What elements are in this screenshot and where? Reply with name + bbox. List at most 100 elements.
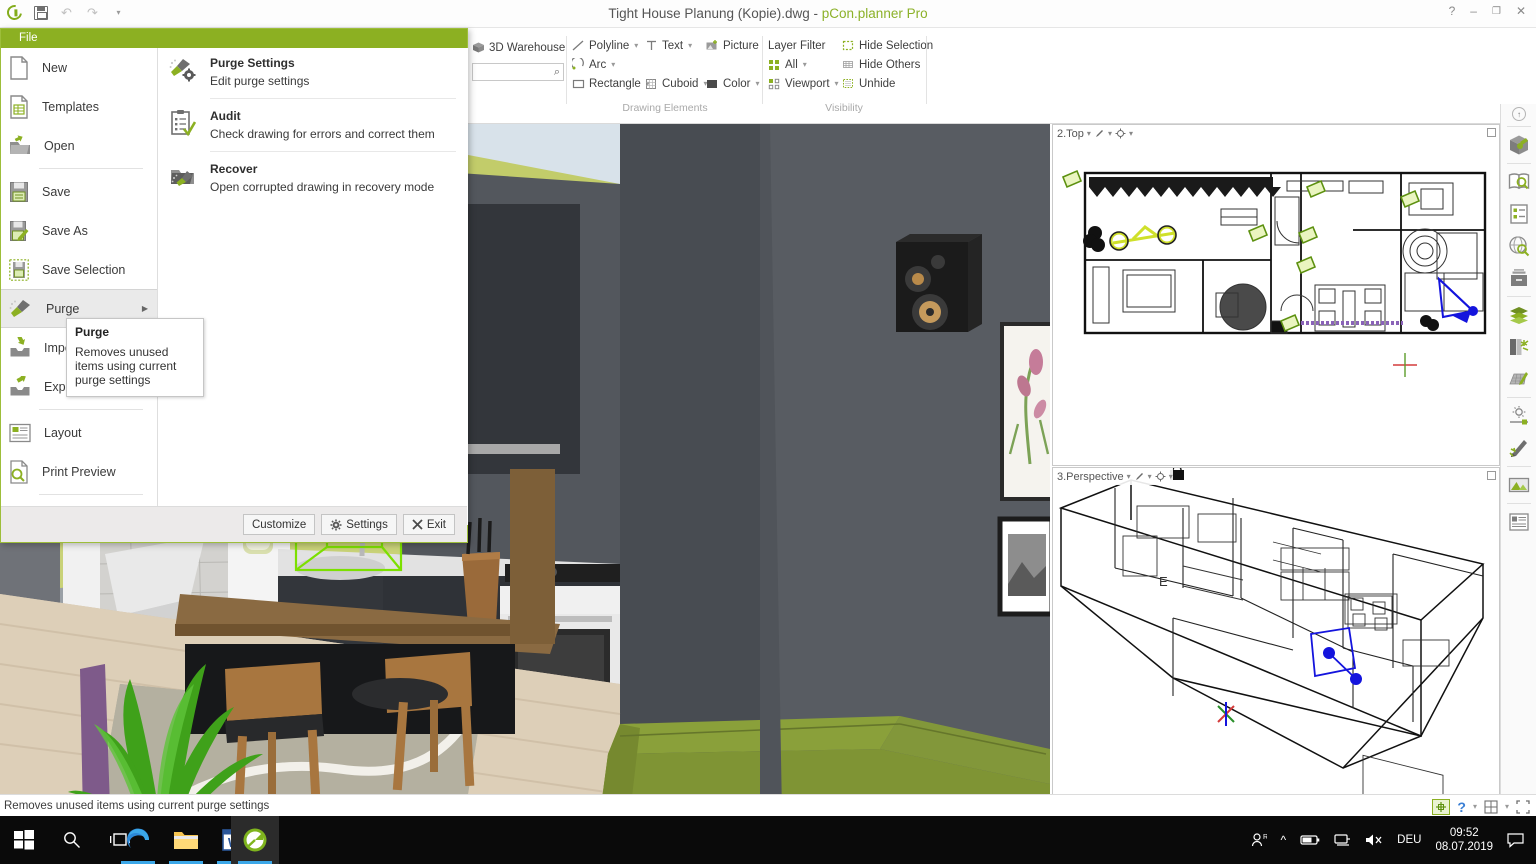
chevron-down-icon[interactable]: ▾ — [1505, 796, 1509, 818]
start-button[interactable] — [0, 816, 48, 864]
submenu-arrow-icon[interactable]: ▶ — [142, 304, 148, 313]
ribbon-item-hide-others[interactable]: Hide Others — [842, 55, 920, 74]
taskbar-item-pcon-planner[interactable] — [231, 816, 279, 864]
viewport-top-label[interactable]: 2.Top — [1057, 128, 1084, 140]
language-indicator[interactable]: DEU — [1397, 834, 1421, 846]
chevron-down-icon[interactable]: ▾ — [611, 60, 615, 69]
rail-item-layers[interactable] — [1501, 299, 1536, 331]
ribbon-item-polyline[interactable]: Polyline ▾ — [572, 36, 638, 55]
ribbon-group-label-visibility: Visibility — [825, 102, 863, 114]
viewport-perspective-maximize-button[interactable] — [1487, 471, 1496, 480]
viewport-perspective-label[interactable]: 3.Perspective — [1057, 471, 1124, 483]
pen-icon[interactable] — [1094, 128, 1105, 139]
help-cursor-icon[interactable]: ? — [1457, 796, 1466, 818]
restore-button[interactable]: ❐ — [1492, 6, 1501, 17]
ribbon-item-3d-warehouse[interactable]: 3D Warehouse — [472, 38, 565, 57]
customize-button[interactable]: Customize — [242, 514, 316, 535]
chevron-down-icon[interactable]: ▾ — [1087, 129, 1091, 138]
viewport-top-maximize-button[interactable] — [1487, 128, 1496, 137]
ribbon-search-input[interactable]: ⌕ — [472, 63, 564, 81]
battery-icon[interactable] — [1300, 834, 1320, 846]
file-menu-purge-settings[interactable]: Purge Settings Edit purge settings — [158, 48, 468, 96]
rail-item-catalog[interactable] — [1501, 166, 1536, 198]
file-menu-item-open[interactable]: Open — [1, 126, 157, 165]
taskbar-clock[interactable]: 09:52 08.07.2019 — [1435, 826, 1493, 854]
file-menu-item-save-selection[interactable]: Save Selection — [1, 250, 157, 289]
rail-collapse-button[interactable]: ↑ — [1501, 104, 1536, 124]
target-icon[interactable] — [1155, 471, 1166, 482]
fullscreen-icon[interactable] — [1516, 800, 1530, 814]
action-center-icon[interactable] — [1507, 832, 1524, 848]
settings-button[interactable]: Settings — [321, 514, 397, 535]
exit-button[interactable]: Exit — [402, 514, 455, 535]
floor-plan-top — [1053, 125, 1499, 465]
ribbon-item-rectangle[interactable]: Rectangle ▾ — [572, 74, 650, 93]
people-icon[interactable]: R — [1251, 832, 1267, 848]
taskbar-item-file-explorer[interactable] — [162, 816, 210, 864]
grid-icon[interactable] — [1484, 800, 1498, 814]
ribbon-item-color[interactable]: Color ▾ — [706, 74, 760, 93]
chevron-down-icon[interactable]: ▾ — [1127, 472, 1131, 481]
chevron-down-icon[interactable]: ▾ — [1108, 129, 1112, 138]
pen-icon[interactable] — [1134, 471, 1145, 482]
network-icon[interactable] — [1334, 833, 1351, 847]
taskbar-search[interactable] — [48, 816, 96, 864]
file-menu-item-save-as[interactable]: Save As — [1, 211, 157, 250]
minimize-button[interactable]: – — [1470, 4, 1477, 18]
chevron-down-icon[interactable]: ▾ — [1148, 472, 1152, 481]
close-button[interactable]: ✕ — [1516, 4, 1526, 18]
templates-icon — [9, 94, 29, 119]
chevron-down-icon[interactable]: ▾ — [835, 79, 839, 88]
file-menu-item-new[interactable]: New — [1, 48, 157, 87]
ribbon-item-unhide[interactable]: Unhide — [842, 74, 895, 93]
chevron-down-icon[interactable]: ▾ — [1129, 129, 1133, 138]
ribbon-item-text[interactable]: Text ▾ — [645, 36, 692, 55]
file-menu-audit[interactable]: Audit Check drawing for errors and corre… — [158, 101, 468, 149]
file-menu-item-print-preview[interactable]: Print Preview — [1, 452, 157, 491]
chevron-down-icon[interactable]: ▾ — [1169, 472, 1173, 481]
rail-divider — [1506, 126, 1531, 127]
polyline-icon — [572, 39, 585, 52]
rail-item-render-pen[interactable] — [1501, 432, 1536, 464]
file-menu-tab[interactable]: File — [1, 29, 467, 48]
chevron-down-icon[interactable]: ▾ — [634, 41, 638, 50]
ribbon-item-picture[interactable]: Picture — [706, 36, 759, 55]
rail-item-lighting[interactable] — [1501, 400, 1536, 432]
show-hidden-icons-button[interactable]: ^ — [1281, 833, 1287, 847]
ribbon-group-label-drawing-elements: Drawing Elements — [622, 102, 708, 114]
rail-item-object-manager[interactable] — [1501, 129, 1536, 161]
rail-item-report[interactable] — [1501, 506, 1536, 538]
ribbon-item-arc[interactable]: Arc ▾ — [572, 55, 615, 74]
file-menu-right-panel: Purge Settings Edit purge settings Audit… — [158, 48, 468, 525]
file-menu-item-layout[interactable]: Layout — [1, 413, 157, 452]
chevron-down-icon[interactable]: ▾ — [803, 60, 807, 69]
ribbon-item-cuboid[interactable]: Cuboid ▾ — [645, 74, 707, 93]
ribbon-item-hide-selection[interactable]: Hide Selection — [842, 36, 933, 55]
rail-item-image[interactable] — [1501, 469, 1536, 501]
rail-item-materials[interactable] — [1501, 331, 1536, 363]
file-menu-item-save[interactable]: Save — [1, 172, 157, 211]
file-menu-label-layout: Layout — [44, 425, 82, 440]
ribbon-label-picture: Picture — [723, 39, 759, 52]
ribbon-item-viewport[interactable]: Viewport ▾ — [768, 74, 839, 93]
texture-edit-icon — [1509, 372, 1528, 385]
rail-item-texture-edit[interactable] — [1501, 363, 1536, 395]
file-menu-recover[interactable]: Recover Open corrupted drawing in recove… — [158, 154, 468, 202]
window-title: Tight House Planung (Kopie).dwg - pCon.p… — [0, 0, 1536, 28]
taskbar-item-edge[interactable] — [114, 816, 162, 864]
rail-item-properties[interactable] — [1501, 198, 1536, 230]
viewport-top[interactable]: 2.Top ▾ ▾ ▾ — [1052, 124, 1500, 466]
target-icon[interactable] — [1115, 128, 1126, 139]
chevron-down-icon[interactable]: ▾ — [1473, 796, 1477, 818]
file-menu-item-templates[interactable]: Templates — [1, 87, 157, 126]
ribbon-item-layer-filter[interactable]: Layer Filter — [768, 36, 826, 55]
rail-item-online-catalog[interactable] — [1501, 230, 1536, 262]
viewport-perspective[interactable]: 3.Perspective ▾ ▾ ▾ E — [1052, 467, 1500, 814]
snap-icon[interactable] — [1432, 799, 1451, 815]
rail-item-archive[interactable] — [1501, 262, 1536, 294]
volume-muted-icon[interactable] — [1365, 833, 1383, 847]
ribbon-item-all[interactable]: All ▾ — [768, 55, 807, 74]
chevron-down-icon[interactable]: ▾ — [755, 79, 759, 88]
chevron-down-icon[interactable]: ▾ — [688, 41, 692, 50]
help-button[interactable]: ? — [1449, 4, 1456, 18]
